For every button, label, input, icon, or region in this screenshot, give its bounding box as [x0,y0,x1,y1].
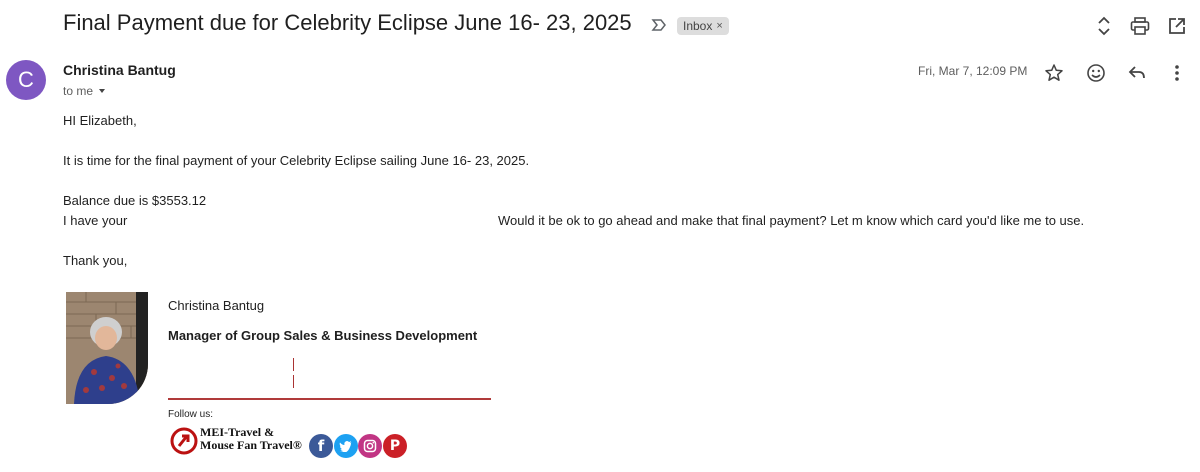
expand-collapse-icon[interactable] [1093,15,1115,37]
body-line-1: It is time for the final payment of your… [63,153,530,168]
signature-rule [168,398,491,400]
reply-icon[interactable] [1126,62,1148,84]
email-subject: Final Payment due for Celebrity Eclipse … [63,10,632,35]
inbox-label[interactable]: Inbox × [677,17,729,35]
closing: Thank you, [63,253,128,268]
signature-title: Manager of Group Sales & Business Develo… [168,328,478,343]
sender-name[interactable]: Christina Bantug [63,62,176,78]
chevron-down-icon [99,89,106,93]
recipient-details[interactable]: to me [63,84,107,98]
print-icon[interactable] [1129,15,1151,37]
signature-photo [66,292,148,404]
email-date: Fri, Mar 7, 12:09 PM [918,64,1028,78]
instagram-icon[interactable] [358,434,382,458]
brand-line-2: Mouse Fan Travel® [200,438,302,452]
sender-avatar[interactable]: C [6,60,46,100]
body-line-2: Balance due is $3553.12 [63,193,207,208]
open-in-new-window-icon[interactable] [1166,15,1188,37]
facebook-icon[interactable]: f [309,434,333,458]
pinterest-icon[interactable]: P [383,434,407,458]
twitter-icon[interactable] [334,434,358,458]
follow-us-label: Follow us: [168,409,214,420]
signature-divider-bottom [293,375,294,388]
inbox-label-text: Inbox [683,19,713,33]
remove-label-icon[interactable]: × [716,20,722,32]
label-importance-icon[interactable] [650,16,668,34]
signature-name: Christina Bantug [168,298,265,313]
body-line-3b: Would it be ok to go ahead and make that… [498,213,1085,228]
star-icon[interactable] [1043,62,1065,84]
body-line-3a: I have your [63,213,128,228]
greeting: HI Elizabeth, [63,113,137,128]
signature-divider-top [293,358,294,371]
emoji-icon[interactable] [1085,62,1107,84]
brand-logo[interactable]: MEI-Travel & Mouse Fan Travel® [170,425,308,459]
recipient-label: to me [63,84,94,98]
more-vert-icon[interactable] [1166,62,1188,84]
